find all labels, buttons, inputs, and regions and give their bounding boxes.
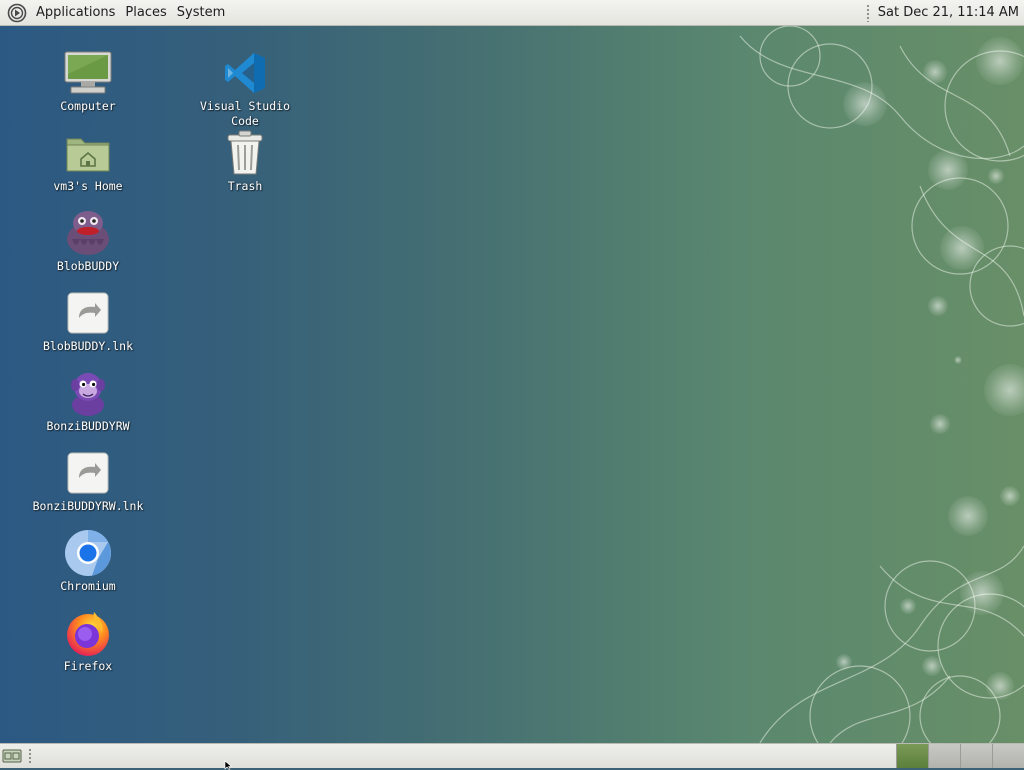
home-label: vm3's Home xyxy=(53,179,123,193)
mouse-cursor-icon xyxy=(224,760,233,770)
desktop-icon-bonzibuddyrw-lnk[interactable]: BonziBUDDYRW.lnk xyxy=(22,448,154,514)
vscode-label: Visual Studio Code xyxy=(199,99,290,128)
shortcut-icon xyxy=(63,448,113,498)
shortcut-icon xyxy=(63,288,113,338)
desktop-icon-blobbuddy[interactable]: BlobBUDDY xyxy=(22,208,154,274)
blobbuddy-lnk-label: BlobBUDDY.lnk xyxy=(42,339,133,353)
desktop-icon-bonzibuddyrw[interactable]: BonziBUDDYRW xyxy=(22,368,154,434)
computer-icon xyxy=(63,48,113,98)
panel-grip-handle[interactable] xyxy=(865,3,870,22)
blobbuddy-icon xyxy=(63,208,113,258)
blobbuddy-label: BlobBUDDY xyxy=(56,259,120,273)
desktop[interactable]: Computer vm3's Home BlobBUDDY BlobBUDDY.… xyxy=(0,26,1024,743)
desktop-icon-computer[interactable]: Computer xyxy=(22,48,154,114)
bonzibuddy-icon xyxy=(63,368,113,418)
bonzibuddyrw-lnk-label: BonziBUDDYRW.lnk xyxy=(32,499,144,513)
workspace-3[interactable] xyxy=(960,744,992,768)
desktop-icon-trash[interactable]: Trash xyxy=(179,128,311,194)
panel-grip-handle[interactable] xyxy=(28,748,32,764)
desktop-icon-home[interactable]: vm3's Home xyxy=(22,128,154,194)
firefox-label: Firefox xyxy=(63,659,113,673)
applications-menu[interactable]: Applications xyxy=(31,0,120,26)
desktop-icon-firefox[interactable]: Firefox xyxy=(22,608,154,674)
home-folder-icon xyxy=(63,128,113,178)
top-panel: Applications Places System Sat Dec 21, 1… xyxy=(0,0,1024,26)
desktop-icon-blobbuddy-lnk[interactable]: BlobBUDDY.lnk xyxy=(22,288,154,354)
clock[interactable]: Sat Dec 21, 11:14 AM xyxy=(878,5,1019,20)
chromium-label: Chromium xyxy=(60,579,116,593)
panel-tray: Sat Dec 21, 11:14 AM xyxy=(865,0,1024,26)
bonzibuddyrw-label: BonziBUDDYRW xyxy=(46,419,130,433)
vscode-icon xyxy=(220,48,270,98)
distro-logo-icon[interactable] xyxy=(7,3,27,23)
firefox-icon xyxy=(63,608,113,658)
desktop-icon-chromium[interactable]: Chromium xyxy=(22,528,154,594)
workspace-2[interactable] xyxy=(928,744,960,768)
workspace-4[interactable] xyxy=(992,744,1024,768)
bottom-panel xyxy=(0,743,1024,768)
computer-label: Computer xyxy=(60,99,116,113)
system-menu[interactable]: System xyxy=(172,0,230,26)
show-desktop-icon[interactable] xyxy=(2,748,22,764)
trash-icon xyxy=(220,128,270,178)
places-menu[interactable]: Places xyxy=(120,0,171,26)
desktop-icon-vscode[interactable]: Visual Studio Code xyxy=(179,48,311,129)
workspace-switcher xyxy=(896,744,1024,768)
trash-label: Trash xyxy=(227,179,263,193)
chromium-icon xyxy=(63,528,113,578)
workspace-1[interactable] xyxy=(896,744,928,768)
